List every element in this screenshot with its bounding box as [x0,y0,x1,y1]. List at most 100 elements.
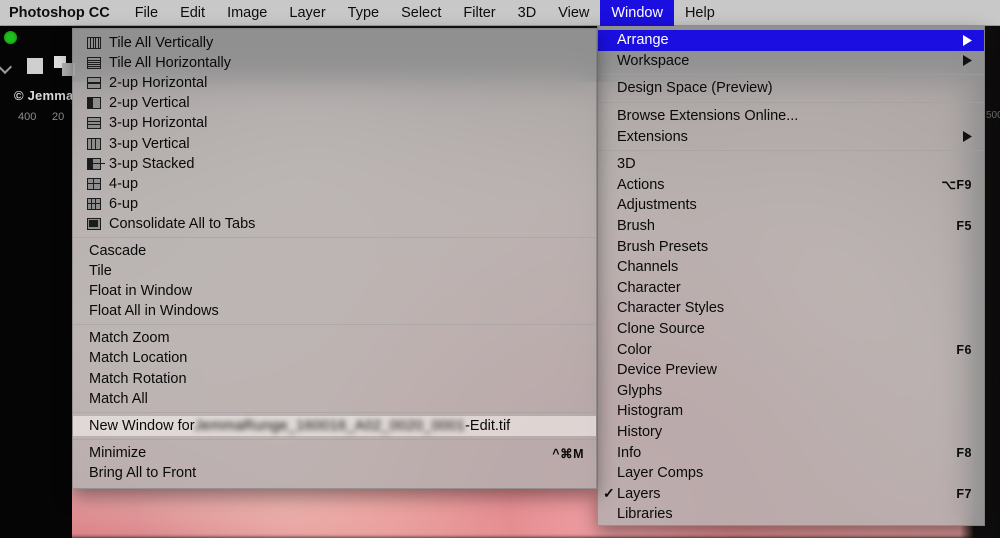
menu-item-label: Color [617,341,652,358]
menu-item-bring-all-to-front[interactable]: Bring All to Front [73,463,596,483]
menubar-item-label: View [558,4,590,21]
menu-item-brush[interactable]: Brush F5 [598,216,984,237]
menu-item-arrange[interactable]: Arrange [598,30,984,51]
menu-item-workspace[interactable]: Workspace [598,51,984,72]
menu-item-match-zoom[interactable]: Match Zoom [73,328,596,348]
menubar-item-image[interactable]: Image [216,0,278,26]
menubar-item-edit[interactable]: Edit [169,0,216,26]
window-maximize-dot[interactable] [4,31,17,44]
menu-item-label: Bring All to Front [89,464,197,481]
menu-item-adjustments[interactable]: Adjustments [598,195,984,216]
foreground-color-swatch[interactable] [27,58,43,74]
menu-item-float-in-window[interactable]: Float in Window [73,281,596,301]
menu-item-match-location[interactable]: Match Location [73,348,596,368]
menu-item-browse-extensions-online[interactable]: Browse Extensions Online... [598,106,984,127]
menu-item-label: 3-up Stacked [109,155,195,172]
menu-item-label: 3-up Vertical [109,135,190,152]
menu-item-character[interactable]: Character [598,278,984,299]
menu-item-label: Histogram [617,403,684,420]
menubar-item-label: Filter [463,4,496,21]
menu-item-new-window-for[interactable]: New Window for JemmaRunge_160016_A02_002… [73,415,596,436]
menu-item-color[interactable]: Color F6 [598,339,984,360]
menu-item-label: Match Location [89,350,188,367]
three-up-vertical-icon [87,137,101,150]
menu-item-clone-source[interactable]: Clone Source [598,319,984,340]
menu-item-label: 3D [617,156,636,173]
menu-item-label: Device Preview [617,362,717,379]
menubar-item-file[interactable]: File [124,0,169,26]
menu-item-channels[interactable]: Channels [598,257,984,278]
menu-item-label: Channels [617,259,679,276]
menu-item-label: Tile [89,263,112,280]
menubar-item-window[interactable]: Window [600,0,674,26]
menubar-item-select[interactable]: Select [390,0,452,26]
menu-item-glyphs[interactable]: Glyphs [598,381,984,402]
menu-item-label: Character Styles [617,300,725,317]
menu-item-label: Layer Comps [617,465,704,482]
menubar-item-layer[interactable]: Layer [278,0,336,26]
menu-item-label: 6-up [109,195,139,212]
menu-item-layer-comps[interactable]: Layer Comps [598,463,984,484]
submenu-arrow-icon [963,126,972,147]
menu-item-3d[interactable]: 3D [598,154,984,175]
submenu-arrow-icon [963,30,972,51]
menu-item-label: Float in Window [89,283,193,300]
menu-item-label: 4-up [109,175,139,192]
menu-item-consolidate-all-to-tabs[interactable]: Consolidate All to Tabs [73,214,596,234]
menu-item-label: Info [617,444,642,461]
two-up-vertical-icon [87,97,101,110]
menu-item-label: Brush Presets [617,238,709,255]
menubar-item-label: Layer [289,4,326,21]
menu-item-3-up-horizontal[interactable]: 3-up Horizontal [73,113,596,133]
menu-item-2-up-vertical[interactable]: 2-up Vertical [73,93,596,113]
menu-item-2-up-horizontal[interactable]: 2-up Horizontal [73,73,596,93]
menu-item-label: 3-up Horizontal [109,115,208,132]
menu-item-tile[interactable]: Tile [73,261,596,281]
menu-item-label: Clone Source [617,321,705,338]
menu-item-3-up-stacked[interactable]: 3-up Stacked [73,154,596,174]
menu-shortcut: F5 [956,219,972,233]
menu-item-design-space-preview[interactable]: Design Space (Preview) [598,78,984,99]
menu-item-6-up[interactable]: 6-up [73,194,596,214]
menu-item-extensions[interactable]: Extensions [598,126,984,147]
menu-item-minimize[interactable]: Minimize ^⌘M [73,443,596,463]
menubar-item-help[interactable]: Help [674,0,726,26]
menu-item-info[interactable]: Info F8 [598,442,984,463]
menu-item-3-up-vertical[interactable]: 3-up Vertical [73,133,596,153]
menu-item-device-preview[interactable]: Device Preview [598,360,984,381]
menu-item-libraries[interactable]: Libraries [598,504,984,525]
menubar-item-3d[interactable]: 3D [507,0,548,26]
menu-item-actions[interactable]: Actions ⌥F9 [598,175,984,196]
tile-all-vertically-icon [87,37,101,50]
two-up-horizontal-icon [87,77,101,90]
menubar-item-label: File [134,4,159,21]
menu-item-cascade[interactable]: Cascade [73,241,596,261]
menubar-item-label: Help [684,4,715,21]
menu-item-brush-presets[interactable]: Brush Presets [598,236,984,257]
checkmark-icon: ✓ [603,485,615,502]
menu-item-float-all-in-windows[interactable]: Float All in Windows [73,301,596,321]
menu-item-label: Tile All Vertically [109,35,214,52]
menu-item-history[interactable]: History [598,422,984,443]
menubar-item-filter[interactable]: Filter [452,0,506,26]
menu-item-match-all[interactable]: Match All [73,389,596,409]
menu-item-layers[interactable]: ✓ Layers F7 [598,483,984,504]
menu-item-label: Glyphs [617,382,663,399]
menu-item-label: Adjustments [617,197,697,214]
redacted-filename: JemmaRunge_160016_A02_0020_0001 [194,417,466,434]
menubar-item-label: Image [227,4,268,21]
menu-separator [73,324,596,326]
menubar-item-photoshop-cc[interactable]: Photoshop CC [0,0,124,26]
menubar-item-view[interactable]: View [547,0,600,26]
menu-item-4-up[interactable]: 4-up [73,174,596,194]
menu-item-histogram[interactable]: Histogram [598,401,984,422]
menu-item-tile-all-vertically[interactable]: Tile All Vertically [73,33,596,53]
menu-item-match-rotation[interactable]: Match Rotation [73,369,596,389]
menu-item-tile-all-horizontally[interactable]: Tile All Horizontally [73,53,596,73]
menu-item-label: Arrange [617,32,669,49]
menu-item-character-styles[interactable]: Character Styles [598,298,984,319]
four-up-icon [87,177,101,190]
menubar-item-type[interactable]: Type [337,0,390,26]
six-up-icon [87,197,101,210]
window-menu-dropdown: Arrange Workspace Design Space (Preview) Br… [597,26,985,526]
